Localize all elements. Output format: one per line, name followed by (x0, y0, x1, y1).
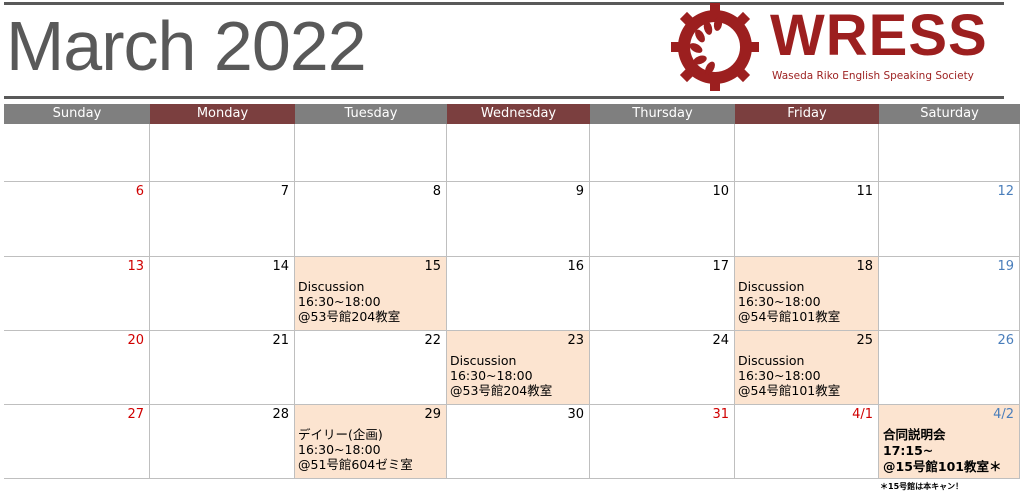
day-cell[interactable]: 31 (590, 405, 735, 479)
day-number: 31 (712, 407, 729, 422)
day-number: 20 (127, 333, 144, 348)
day-cell[interactable]: 16 (447, 257, 590, 331)
event-text: Discussion 16:30~18:00 @54号館101教室 (738, 279, 841, 324)
day-cell[interactable]: 13 (4, 257, 150, 331)
day-number: 7 (280, 184, 289, 199)
day-cell[interactable]: 4/1 (735, 405, 879, 479)
day-cell[interactable]: 15 Discussion 16:30~18:00 @53号館204教室 (295, 257, 447, 331)
day-cell[interactable] (735, 124, 879, 182)
day-cell[interactable]: 8 (295, 182, 447, 257)
event-text: Discussion 16:30~18:00 @53号館204教室 (298, 279, 401, 324)
calendar-grid: Sunday Monday Tuesday Wednesday Thursday Frid… (4, 104, 1020, 479)
day-cell[interactable]: 27 (4, 405, 150, 479)
gear-leaf-icon (671, 3, 759, 91)
day-cell[interactable]: 17 (590, 257, 735, 331)
day-number: 4/2 (993, 407, 1014, 422)
day-cell[interactable]: 22 (295, 331, 447, 405)
day-number: 11 (856, 184, 873, 199)
day-number: 9 (575, 184, 584, 199)
day-number: 14 (272, 259, 289, 274)
day-cell[interactable]: 24 (590, 331, 735, 405)
weekday-header-wednesday: Wednesday (447, 104, 590, 124)
day-cell[interactable]: 26 (879, 331, 1020, 405)
day-number: 19 (997, 259, 1014, 274)
weekday-header-thursday: Thursday (590, 104, 735, 124)
day-number: 10 (712, 184, 729, 199)
day-cell[interactable]: 18 Discussion 16:30~18:00 @54号館101教室 (735, 257, 879, 331)
day-number: 22 (424, 333, 441, 348)
logo-subtitle: Waseda Riko English Speaking Society (772, 70, 974, 82)
day-cell[interactable]: 30 (447, 405, 590, 479)
day-number: 17 (712, 259, 729, 274)
day-number: 12 (997, 184, 1014, 199)
day-number: 4/1 (852, 407, 873, 422)
day-cell[interactable] (879, 124, 1020, 182)
day-cell[interactable]: 20 (4, 331, 150, 405)
day-cell[interactable]: 25 Discussion 16:30~18:00 @54号館101教室 (735, 331, 879, 405)
day-cell[interactable]: 29 デイリー(企画) 16:30~18:00 @51号館604ゼミ室 (295, 405, 447, 479)
day-number: 30 (567, 407, 584, 422)
weekday-header-row: Sunday Monday Tuesday Wednesday Thursday Frid… (4, 104, 1020, 124)
day-cell[interactable] (295, 124, 447, 182)
day-number: 27 (127, 407, 144, 422)
day-number: 23 (567, 333, 584, 348)
day-cell[interactable]: 10 (590, 182, 735, 257)
day-number: 25 (856, 333, 873, 348)
day-cell[interactable]: 19 (879, 257, 1020, 331)
day-cell[interactable]: 6 (4, 182, 150, 257)
footnote: ＊15号館は本キャン！ (880, 482, 964, 491)
day-cell[interactable] (150, 124, 295, 182)
day-number: 15 (424, 259, 441, 274)
day-cell[interactable]: 4/2 合同説明会 17:15~ @15号館101教室＊ (879, 405, 1020, 479)
event-text: Discussion 16:30~18:00 @53号館204教室 (450, 353, 553, 398)
weekday-header-saturday: Saturday (879, 104, 1020, 124)
day-number: 24 (712, 333, 729, 348)
page-title: March 2022 (6, 7, 367, 85)
event-text: 合同説明会 17:15~ @15号館101教室＊ (883, 427, 1002, 474)
day-cell[interactable] (590, 124, 735, 182)
day-cell[interactable]: 9 (447, 182, 590, 257)
event-text: Discussion 16:30~18:00 @54号館101教室 (738, 353, 841, 398)
day-number: 29 (424, 407, 441, 422)
day-cell[interactable]: 21 (150, 331, 295, 405)
day-number: 18 (856, 259, 873, 274)
weekday-header-tuesday: Tuesday (295, 104, 447, 124)
day-cell[interactable] (447, 124, 590, 182)
weekday-header-sunday: Sunday (4, 104, 150, 124)
weekday-header-friday: Friday (735, 104, 879, 124)
day-number: 13 (127, 259, 144, 274)
day-number: 6 (135, 184, 144, 199)
day-number: 21 (272, 333, 289, 348)
event-text: デイリー(企画) 16:30~18:00 @51号館604ゼミ室 (298, 427, 413, 472)
logo-name: WRESS (770, 3, 988, 68)
day-cell[interactable]: 11 (735, 182, 879, 257)
day-cell[interactable] (4, 124, 150, 182)
day-number: 8 (432, 184, 441, 199)
day-cell[interactable]: 23 Discussion 16:30~18:00 @53号館204教室 (447, 331, 590, 405)
day-number: 16 (567, 259, 584, 274)
day-number: 26 (997, 333, 1014, 348)
day-cell[interactable]: 7 (150, 182, 295, 257)
day-number: 28 (272, 407, 289, 422)
weekday-header-monday: Monday (150, 104, 295, 124)
day-cell[interactable]: 12 (879, 182, 1020, 257)
day-cell[interactable]: 28 (150, 405, 295, 479)
day-cell[interactable]: 14 (150, 257, 295, 331)
header-rule (4, 96, 1004, 99)
